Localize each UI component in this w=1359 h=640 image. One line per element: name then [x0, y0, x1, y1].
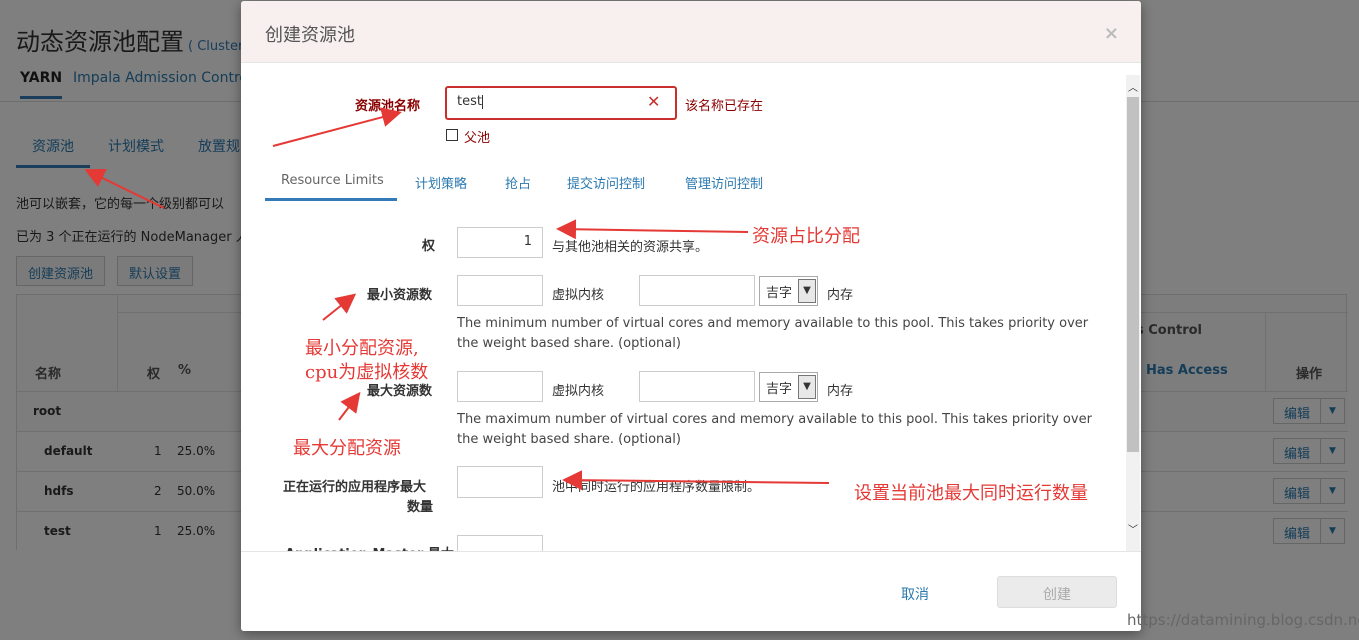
create-pool-dialog: 创建资源池 × 资源池名称 test ✕ 该名称已存在 父池 Resource …: [241, 1, 1141, 631]
max-vcores-input[interactable]: [457, 371, 543, 402]
chevron-down-icon: ▼: [798, 279, 816, 303]
dialog-scrollbar[interactable]: ︿ ﹀: [1126, 75, 1140, 551]
pool-name-error: 该名称已存在: [685, 99, 764, 114]
dialog-body: 资源池名称 test ✕ 该名称已存在 父池 Resource Limits 计…: [241, 63, 1141, 551]
parent-pool-checkbox[interactable]: [446, 129, 458, 141]
max-running-apps-input[interactable]: [457, 466, 543, 498]
max-unit-value: 吉字: [766, 382, 793, 397]
pool-name-input[interactable]: test: [445, 86, 677, 120]
max-memory-input[interactable]: [639, 371, 755, 402]
am-share-input[interactable]: [457, 535, 543, 551]
max-memory-label: 内存: [827, 384, 854, 399]
tab-submit-access-control[interactable]: 提交访问控制: [567, 173, 645, 192]
weight-input[interactable]: 1: [457, 227, 543, 258]
tab-preemption[interactable]: 抢占: [505, 173, 531, 192]
min-memory-input[interactable]: [639, 275, 755, 306]
max-vcores-label: 虚拟内核: [552, 384, 605, 399]
tab-admin-access-control[interactable]: 管理访问控制: [685, 173, 763, 192]
pool-name-label: 资源池名称: [355, 99, 421, 114]
dialog-footer: 取消 创建: [241, 551, 1141, 631]
close-icon[interactable]: ×: [1104, 23, 1119, 44]
min-vcores-label: 虚拟内核: [552, 288, 605, 303]
annotation-min-line2: cpu为虚拟核数: [305, 362, 429, 383]
min-resources-label: 最小资源数: [367, 288, 433, 303]
pool-name-value: test: [457, 94, 482, 109]
parent-pool-label: 父池: [464, 131, 491, 146]
cancel-button[interactable]: 取消: [901, 584, 929, 604]
min-memory-unit-select[interactable]: 吉字 ▼: [759, 276, 818, 306]
scroll-up-icon[interactable]: ︿: [1126, 79, 1140, 95]
min-vcores-input[interactable]: [457, 275, 543, 306]
dialog-header: 创建资源池 ×: [241, 1, 1141, 63]
weight-value: 1: [523, 234, 532, 249]
max-resources-help: The maximum number of virtual cores and …: [457, 412, 1092, 447]
create-button[interactable]: 创建: [997, 576, 1117, 608]
max-memory-unit-select[interactable]: 吉字 ▼: [759, 372, 818, 402]
max-running-apps-label-2: 数量: [407, 500, 434, 515]
clear-input-icon[interactable]: ✕: [647, 92, 660, 111]
scroll-thumb[interactable]: [1127, 97, 1139, 452]
max-running-apps-label-1: 正在运行的应用程序最大: [283, 480, 427, 495]
weight-label: 权: [422, 239, 436, 254]
annotation-running-apps: 设置当前池最大同时运行数量: [854, 483, 1088, 504]
min-memory-label: 内存: [827, 288, 854, 303]
weight-help: 与其他池相关的资源共享。: [552, 240, 709, 255]
annotation-min-line1: 最小分配资源,: [305, 338, 419, 359]
tab-scheduling-policy[interactable]: 计划策略: [415, 173, 467, 192]
tab-resource-limits[interactable]: Resource Limits: [281, 173, 384, 188]
active-tab-indicator: [265, 198, 397, 201]
chevron-down-icon: ▼: [798, 375, 816, 399]
scroll-down-icon[interactable]: ﹀: [1126, 521, 1140, 537]
dialog-title: 创建资源池: [265, 25, 355, 46]
annotation-max: 最大分配资源: [293, 438, 401, 459]
am-share-label: Application Master 最大: [285, 543, 454, 551]
watermark: https://datamining.blog.csdn.net: [1127, 611, 1359, 629]
annotation-weight: 资源占比分配: [752, 226, 860, 247]
min-resources-help: The minimum number of virtual cores and …: [457, 316, 1089, 351]
max-running-apps-help: 池中同时运行的应用程序数量限制。: [552, 480, 761, 495]
min-unit-value: 吉字: [766, 286, 793, 301]
